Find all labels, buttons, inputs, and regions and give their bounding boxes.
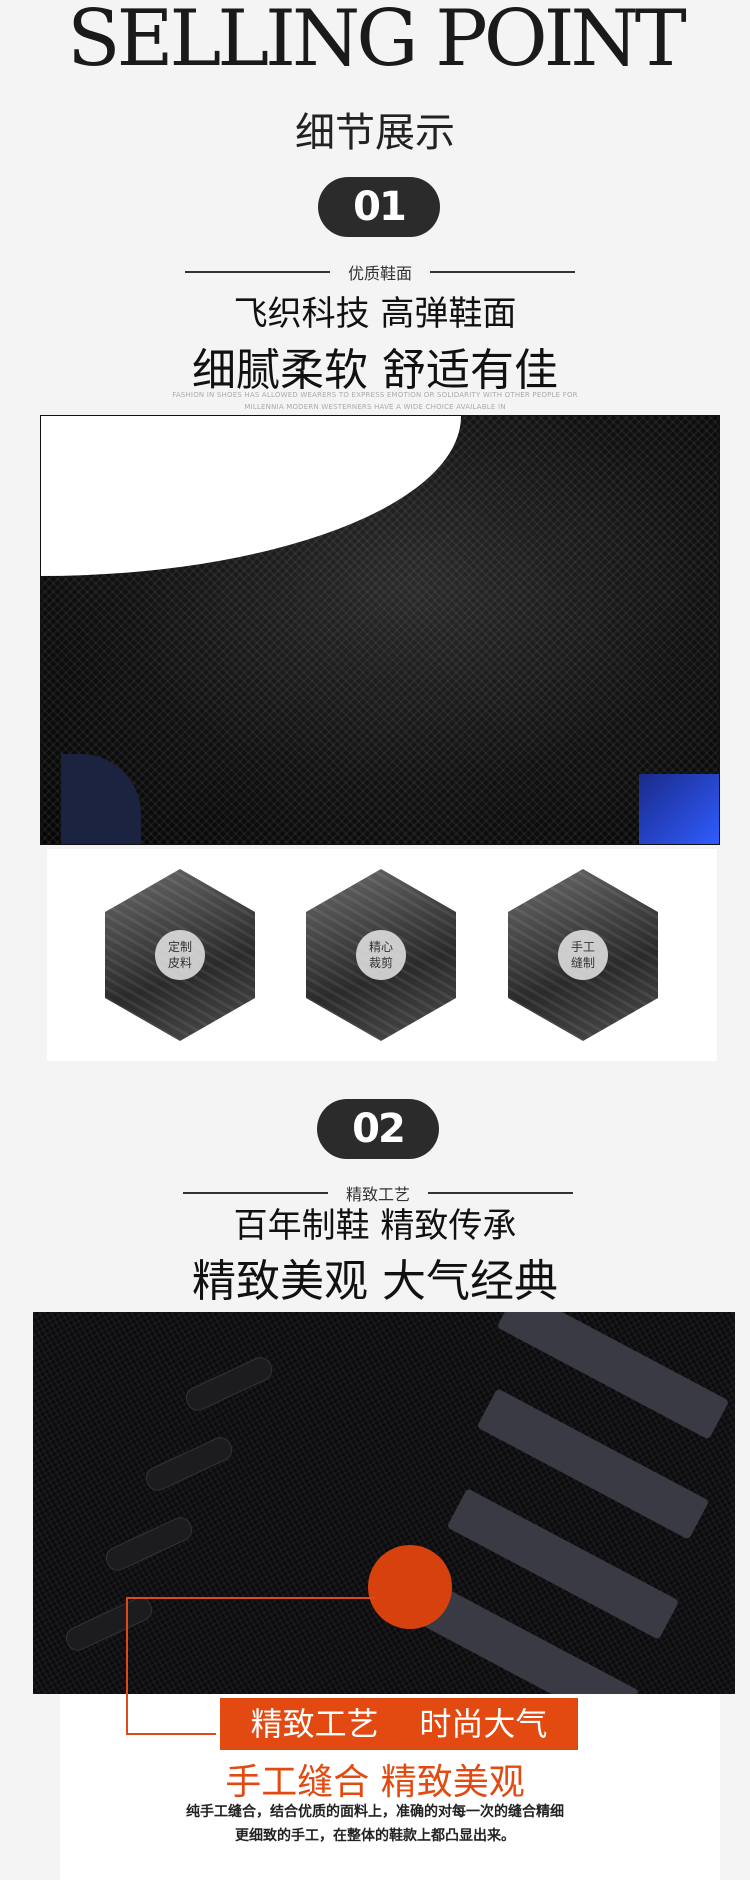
- headline-primary: 飞织科技 高弹鞋面: [233, 294, 517, 334]
- product-photo-upper: [40, 415, 720, 845]
- knit-texture: [41, 416, 719, 844]
- highlight-marker: [368, 1545, 452, 1629]
- section-label: 优质鞋面: [347, 264, 412, 283]
- divider-right: [430, 271, 575, 273]
- section-number-badge: 02: [317, 1099, 439, 1159]
- feature-label: 缝制: [570, 956, 595, 970]
- feature-hexagon: 定制 皮料: [105, 869, 255, 1041]
- page-title: SELLING POINT: [67, 0, 687, 84]
- description-line: 更细致的手工，在整体的鞋款上都凸显出来。: [235, 1828, 515, 1844]
- headline-secondary: 精致美观 大气经典: [192, 1256, 558, 1307]
- callout-line: [126, 1733, 216, 1735]
- feature-label: 裁剪: [368, 956, 393, 970]
- page-subtitle: 细节展示: [295, 110, 455, 156]
- divider-left: [185, 271, 330, 273]
- feature-label: 精心: [368, 940, 393, 954]
- description-line: 纯手工缝合，结合优质的面料上，准确的对每一次的缝合精细: [186, 1804, 564, 1820]
- fine-print-line: FASHION IN SHOES HAS ALLOWED WEARERS TO …: [172, 391, 578, 399]
- product-photo-side: [33, 1312, 735, 1694]
- divider-left: [183, 1192, 328, 1194]
- callout-line: [126, 1597, 128, 1735]
- feature-badge: 手工 缝制: [558, 930, 608, 980]
- callout-line: [126, 1597, 376, 1599]
- highlight-title: 手工缝合 精致美观: [225, 1762, 525, 1803]
- feature-hexagon: 手工 缝制: [508, 869, 658, 1041]
- feature-label: 定制: [167, 940, 192, 954]
- feature-label: 手工: [570, 940, 595, 954]
- fine-print: FASHION IN SHOES HAS ALLOWED WEARERS TO …: [0, 389, 750, 413]
- section-number-badge: 01: [318, 177, 440, 237]
- feature-badge: 精心 裁剪: [356, 930, 406, 980]
- feature-badge: 定制 皮料: [155, 930, 205, 980]
- feature-label: 皮料: [167, 956, 192, 970]
- feature-panel: 定制 皮料 精心 裁剪 手工 缝制: [47, 849, 717, 1061]
- feature-hexagon: 精心 裁剪: [306, 869, 456, 1041]
- headline-primary: 百年制鞋 精致传承: [233, 1206, 517, 1246]
- divider-right: [428, 1192, 573, 1194]
- fine-print-line: MILLENNIA MODERN WESTERNERS HAVE A WIDE …: [244, 403, 506, 411]
- shoe-sole-blue: [639, 774, 719, 844]
- highlight-banner: 精致工艺 时尚大气: [220, 1698, 578, 1750]
